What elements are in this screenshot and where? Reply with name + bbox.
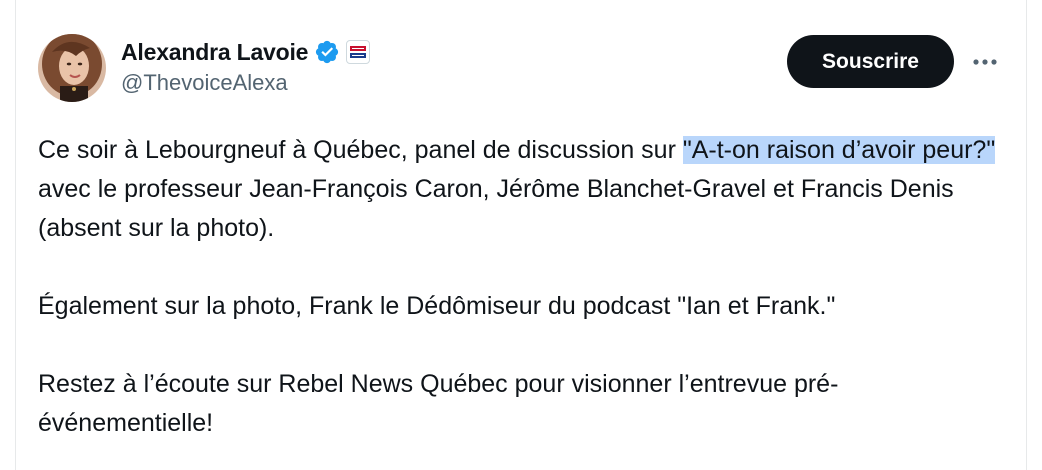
more-options-button[interactable] xyxy=(969,48,1001,76)
tweet-paragraph: Ce soir à Lebourgneuf à Québec, panel de… xyxy=(38,131,998,248)
author-display-name[interactable]: Alexandra Lavoie xyxy=(121,39,308,66)
rebel-news-logo-icon xyxy=(349,44,368,60)
author-handle[interactable]: @ThevoiceAlexa xyxy=(121,70,288,96)
selected-text-highlight[interactable]: "A-t-on raison d’avoir peur?" xyxy=(682,136,996,164)
subscribe-button[interactable]: Souscrire xyxy=(787,35,954,88)
tweet-paragraph: Restez à l’écoute sur Rebel News Québec … xyxy=(38,370,839,437)
author-name-row: Alexandra Lavoie xyxy=(121,36,371,68)
rebel-news-affiliate-badge[interactable] xyxy=(346,40,371,64)
tweet-paragraph: Également sur la photo, Frank le Dédômis… xyxy=(38,292,836,320)
tweet-text-segment: avec le professeur Jean-François Caron, … xyxy=(38,175,954,242)
avatar-photo xyxy=(38,34,106,102)
more-horizontal-icon xyxy=(973,59,997,65)
tweet-text-segment: Ce soir à Lebourgneuf à Québec, panel de… xyxy=(38,136,683,164)
avatar[interactable] xyxy=(38,34,106,102)
tweet-text: Ce soir à Lebourgneuf à Québec, panel de… xyxy=(38,131,998,443)
tweet-card: Alexandra Lavoie @ThevoiceAlexa Souscrir… xyxy=(15,0,1027,470)
verified-badge-icon xyxy=(316,40,339,64)
